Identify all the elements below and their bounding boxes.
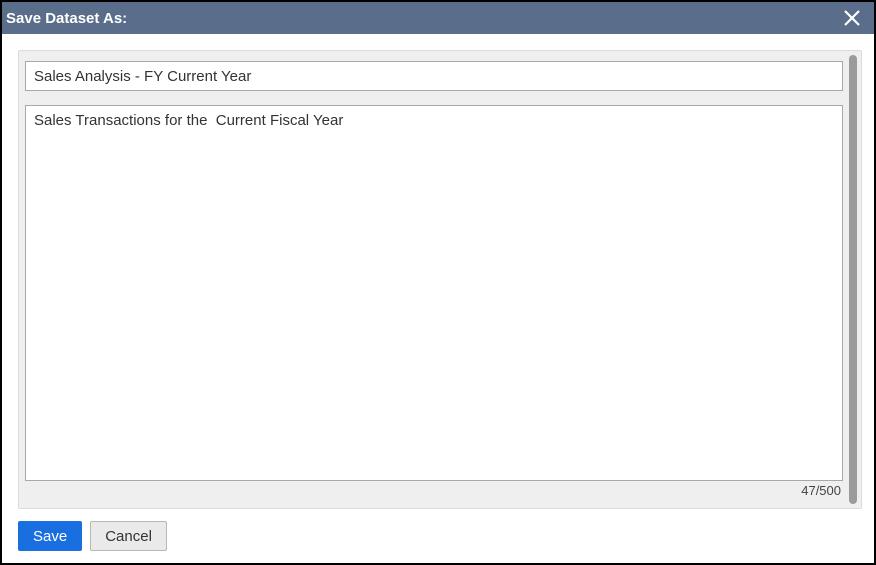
- close-button[interactable]: [838, 4, 866, 32]
- close-icon: [843, 9, 861, 27]
- dataset-description-input[interactable]: [25, 105, 843, 481]
- dialog-footer: Save Cancel: [18, 509, 862, 551]
- cancel-button[interactable]: Cancel: [90, 521, 167, 551]
- character-counter: 47/500: [25, 481, 843, 498]
- dataset-name-input[interactable]: [25, 61, 843, 91]
- dialog-title: Save Dataset As:: [6, 10, 127, 27]
- form-panel: 47/500: [18, 50, 862, 509]
- dialog-body: 47/500 Save Cancel: [2, 34, 874, 563]
- description-wrapper: 47/500: [25, 105, 843, 498]
- vertical-scrollbar[interactable]: [849, 55, 857, 504]
- save-button[interactable]: Save: [18, 521, 82, 551]
- dialog-titlebar: Save Dataset As:: [2, 2, 874, 34]
